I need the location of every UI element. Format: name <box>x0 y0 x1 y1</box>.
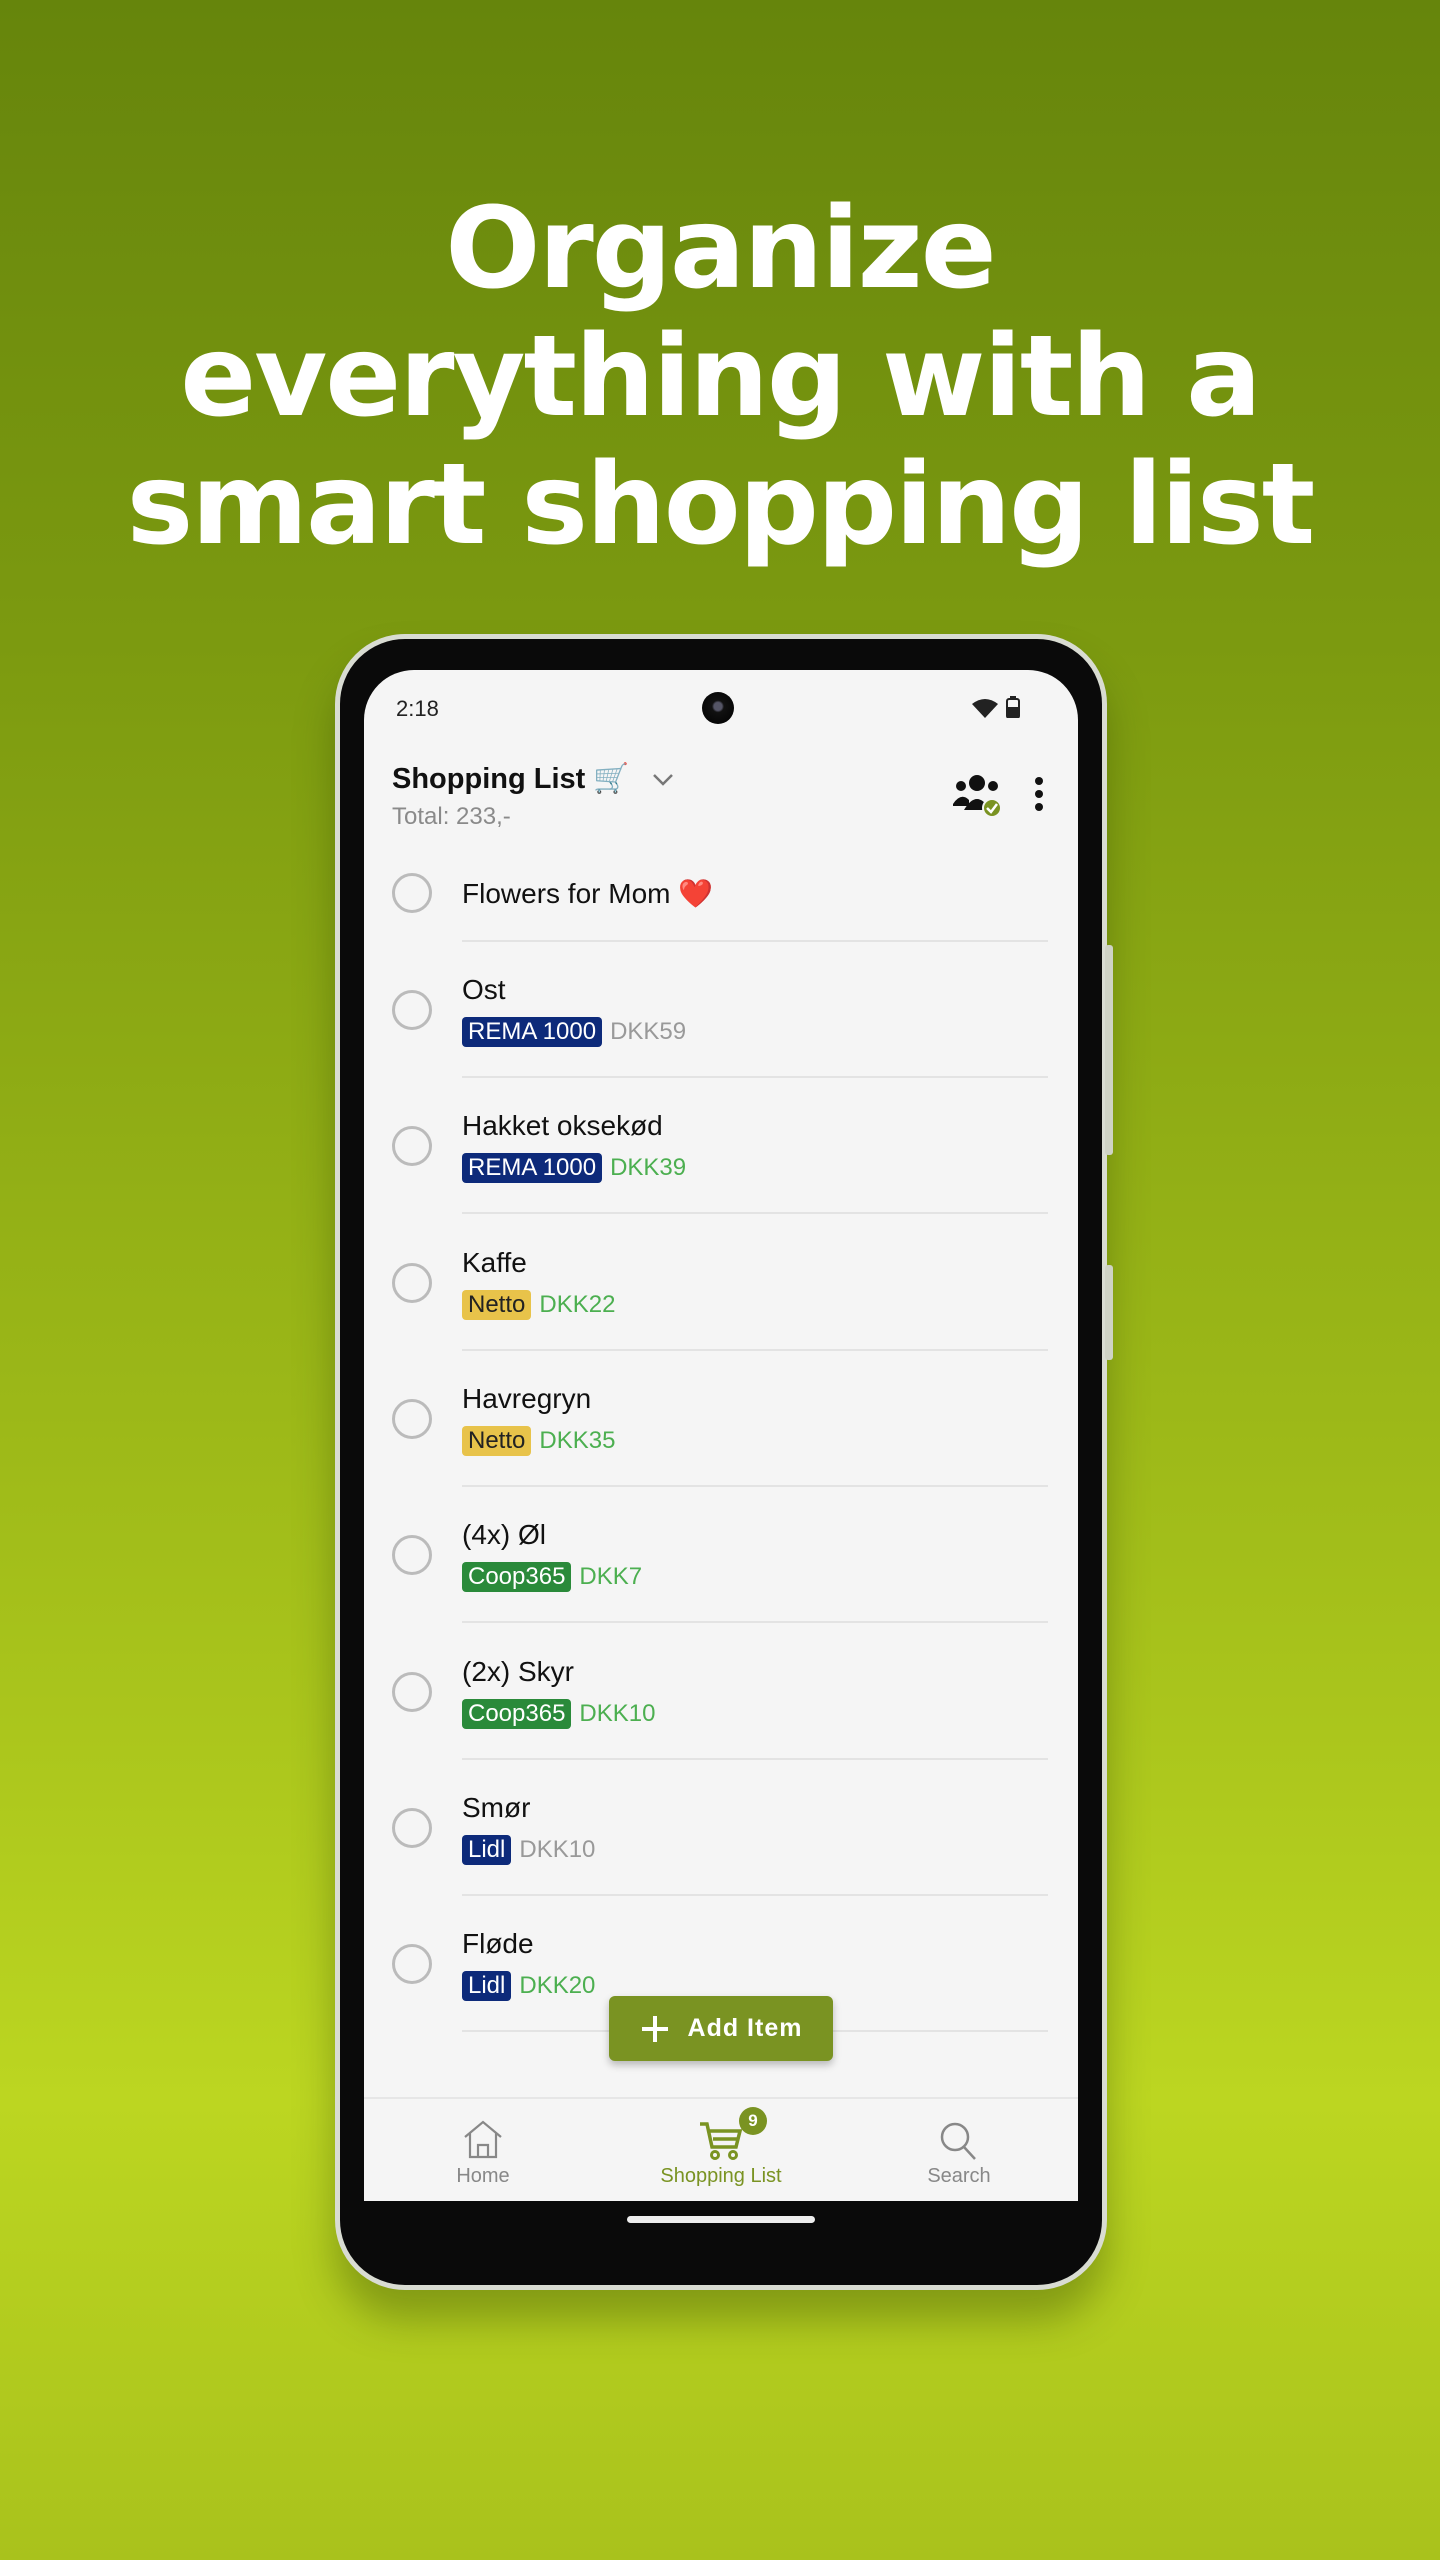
store-tag: Coop365 <box>462 1698 572 1729</box>
list-item[interactable]: Hakket oksekød REMA 1000 DKK39 <box>364 1078 1078 1215</box>
headline-line: Organize <box>445 184 996 314</box>
home-indicator[interactable] <box>627 2216 815 2223</box>
plus-icon <box>641 2015 668 2042</box>
cart-icon <box>700 2122 743 2160</box>
item-price: DKK22 <box>539 1290 616 1318</box>
list-total: Total: 233,- <box>392 803 511 830</box>
item-checkbox[interactable] <box>392 990 432 1030</box>
nav-home[interactable]: Home <box>364 2099 602 2201</box>
item-price: DKK39 <box>610 1154 687 1182</box>
wifi-icon <box>972 699 998 718</box>
item-checkbox[interactable] <box>392 1535 432 1576</box>
item-name: (4x) Øl <box>462 1519 546 1551</box>
headline: Organize everything with a smart shoppin… <box>0 185 1440 569</box>
list-title-text: Shopping List 🛒 <box>392 763 630 795</box>
nav-shopping-list[interactable]: 9 Shopping List <box>602 2099 840 2201</box>
item-price: DKK35 <box>539 1426 616 1454</box>
item-name: Ost <box>462 974 506 1005</box>
more-options-icon[interactable] <box>1034 776 1044 812</box>
chevron-down-icon[interactable] <box>652 773 674 787</box>
home-icon <box>464 2120 502 2159</box>
item-checkbox[interactable] <box>392 1671 432 1712</box>
item-name: Havregryn <box>462 1382 592 1414</box>
item-checkbox[interactable] <box>392 1262 432 1303</box>
item-name: Hakket oksekød <box>462 1110 663 1142</box>
list-item[interactable]: (2x) Skyr Coop365 DKK10 <box>364 1624 1078 1760</box>
item-name: (2x) Skyr <box>462 1655 574 1687</box>
item-price: DKK20 <box>519 1972 596 2000</box>
item-price: DKK59 <box>610 1018 687 1045</box>
list-item[interactable]: Kaffe Netto DKK22 <box>364 1215 1078 1351</box>
store-tag: REMA 1000 <box>462 1153 603 1184</box>
app-screen: 2:18 Shopping List 🛒 Total: 233,- Flower… <box>364 670 1078 2201</box>
shared-users-icon[interactable] <box>952 774 1006 818</box>
nav-shopping-label: Shopping List <box>660 2165 782 2187</box>
item-checkbox[interactable] <box>392 1398 432 1439</box>
store-tag: Lidl <box>462 1834 512 1865</box>
cart-count-badge: 9 <box>739 2107 767 2135</box>
list-item[interactable]: (4x) Øl Coop365 DKK7 <box>364 1487 1078 1624</box>
camera-icon <box>702 692 734 724</box>
list-title[interactable]: Shopping List 🛒 <box>392 762 674 796</box>
list-item[interactable]: Havregryn Netto DKK35 <box>364 1351 1078 1487</box>
store-tag: REMA 1000 <box>462 1017 603 1047</box>
item-checkbox[interactable] <box>392 1944 432 1985</box>
store-tag: Lidl <box>462 1971 512 2002</box>
store-tag: Coop365 <box>462 1562 572 1593</box>
status-time: 2:18 <box>396 696 439 721</box>
item-price: DKK10 <box>519 1835 596 1863</box>
battery-icon <box>1006 696 1020 718</box>
headline-line: everything with a <box>180 312 1261 442</box>
item-checkbox[interactable] <box>392 1126 432 1167</box>
store-tag: Netto <box>462 1289 532 1320</box>
power-button <box>1105 1265 1113 1360</box>
item-name: Fløde <box>462 1928 534 1960</box>
list-item[interactable]: Ost REMA 1000 DKK59 <box>364 942 1078 1078</box>
store-tag: Netto <box>462 1425 532 1456</box>
item-price: DKK7 <box>579 1563 643 1591</box>
item-name: Flowers for Mom ❤️ <box>462 878 714 909</box>
nav-search-label: Search <box>927 2165 991 2187</box>
item-checkbox[interactable] <box>392 873 432 913</box>
item-price: DKK10 <box>579 1699 656 1727</box>
list-item[interactable]: Flowers for Mom ❤️ <box>364 850 1078 942</box>
add-item-button[interactable]: Add Item <box>609 1996 833 2061</box>
item-checkbox[interactable] <box>392 1807 432 1848</box>
volume-button <box>1105 945 1113 1155</box>
list-item[interactable]: Smør Lidl DKK10 <box>364 1760 1078 1896</box>
nav-search[interactable]: Search <box>840 2099 1078 2201</box>
nav-home-label: Home <box>456 2165 510 2187</box>
headline-line: smart shopping list <box>126 440 1316 570</box>
search-icon <box>940 2122 976 2160</box>
item-name: Smør <box>462 1791 531 1823</box>
bottom-nav: Home 9 Shopping List Search <box>364 2097 1078 2201</box>
add-item-label: Add Item <box>687 2014 803 2042</box>
item-name: Kaffe <box>462 1246 527 1278</box>
